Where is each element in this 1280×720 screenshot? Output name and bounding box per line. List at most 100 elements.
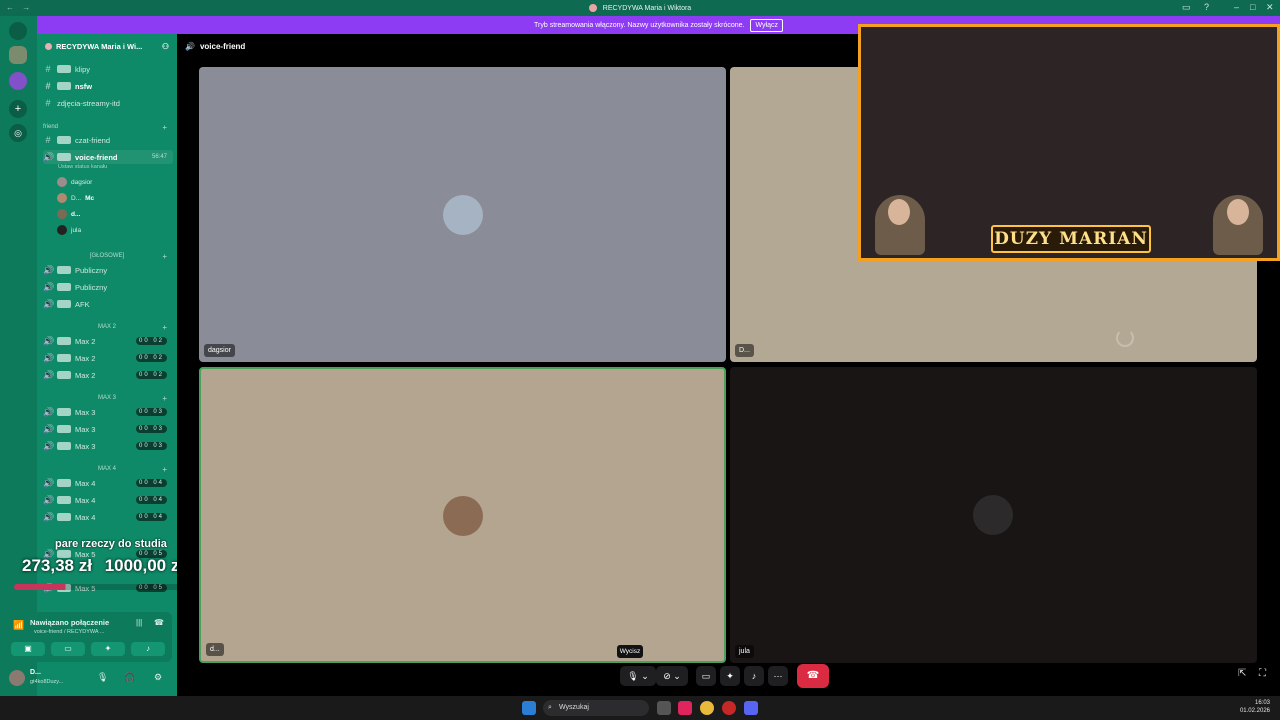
soundboard-button[interactable]: ♪ [131,642,165,656]
user-status: gt4ko8Duzy... [30,679,64,685]
server-icon-folder[interactable] [9,72,27,90]
add-server-icon[interactable]: + [9,100,27,118]
set-channel-status[interactable]: Ustaw status kanału [58,164,107,170]
emoji-icon [57,337,71,345]
popout-icon[interactable]: ⇱ [1238,668,1246,679]
voice-channel-max4[interactable]: 🔊 Max 4 00 04 [43,476,173,490]
voice-user[interactable]: dagsior [57,175,167,189]
channel-klipy[interactable]: # klipy [43,62,173,76]
settings-gear-icon[interactable]: ⚙ [154,672,162,683]
channel-nsfw[interactable]: # nsfw [43,79,173,93]
category-max3[interactable]: MAX 3 + [43,393,171,403]
add-channel-icon[interactable]: + [162,394,167,403]
minimize-icon[interactable]: – [1234,2,1239,12]
soundboard-button[interactable]: ♪ [744,666,764,686]
voice-user[interactable]: d... [57,207,167,221]
voice-status[interactable]: Nawiązano połączenie [30,618,109,627]
channel-label: voice-friend [75,152,118,162]
voice-channel-publiczny[interactable]: 🔊 Publiczny [43,263,173,277]
voice-user[interactable]: jula [57,223,167,237]
signal-icon[interactable]: 📶 [13,620,24,631]
user-avatar[interactable] [9,670,25,686]
voice-channel-publiczny[interactable]: 🔊 Publiczny [43,280,173,294]
start-icon[interactable] [522,701,536,715]
channel-label: zdjęcia-streamy-itd [57,98,120,108]
activities-button[interactable]: ✦ [91,642,125,656]
activities-button[interactable]: ✦ [720,666,740,686]
user-name[interactable]: D... [30,669,41,676]
voice-user[interactable]: D... Mc [57,191,167,205]
category-glosowe[interactable]: [GŁOSOWE] + [43,251,171,261]
participant-tile-speaking[interactable]: d... [199,367,726,663]
mute-button[interactable]: 🎙 ⌄ [620,666,656,686]
help-icon[interactable]: ? [1204,2,1209,12]
camera-button[interactable]: ▣ [11,642,45,656]
disconnect-icon[interactable]: ☎ [154,618,164,627]
voice-channel-max4[interactable]: 🔊 Max 4 00 04 [43,493,173,507]
participant-tile[interactable]: jula [730,367,1257,663]
channel-label: Max 4 [75,512,96,522]
user-limit-badge: 00 02 [135,371,167,379]
voice-channel-max3[interactable]: 🔊 Max 3 00 03 [43,405,173,419]
speaker-icon: 🔊 [43,151,55,162]
server-name: RECYDYWA Maria i Wi... [56,41,143,51]
avatar [57,209,67,219]
leave-call-button[interactable]: ☎ [797,664,829,688]
discord-taskbar-icon[interactable] [744,701,758,715]
category-max4[interactable]: MAX 4 + [43,464,171,474]
category-friend[interactable]: friend + [43,122,171,132]
headphones-icon[interactable]: 🎧 [124,672,135,683]
share-screen-button[interactable]: ▭ [696,666,716,686]
tiktok-icon[interactable] [678,701,692,715]
mic-icon[interactable]: 🎙 [97,672,108,683]
voice-channel-max3[interactable]: 🔊 Max 3 00 03 [43,439,173,453]
maximize-icon[interactable]: □ [1250,2,1255,12]
category-max2[interactable]: MAX 2 + [43,322,171,332]
participant-tile[interactable]: dagsior [199,67,726,362]
chrome-icon[interactable] [700,701,714,715]
channel-czat-friend[interactable]: # czat-friend [43,133,173,147]
voice-channel-afk[interactable]: 🔊 AFK [43,297,173,311]
emoji-icon [57,408,71,416]
channel-label: Max 2 [75,336,96,346]
category-label: MAX 4 [97,466,116,472]
close-icon[interactable]: ✕ [1266,2,1274,13]
discord-window: ← → RECYDYWA Maria i Wiktora ▭ ? – □ ✕ T… [0,0,1280,720]
camera-toggle-button[interactable]: ⊘ ⌄ [656,666,688,686]
fullscreen-icon[interactable]: ⛶ [1259,668,1266,679]
voice-channel-max2[interactable]: 🔊 Max 2 00 02 [43,334,173,348]
participant-avatar [973,495,1013,535]
channel-zdjecia[interactable]: # zdjęcia-streamy-itd [43,96,173,110]
add-channel-icon[interactable]: + [162,323,167,332]
server-icon-active[interactable] [9,46,27,64]
streamer-camera-overlay: DUZY MARIAN [858,24,1280,261]
add-member-icon[interactable]: ⚇ [162,42,169,51]
goal-current: 273,38 zł [22,556,92,575]
speaker-icon: 🔊 [43,369,55,380]
add-channel-icon[interactable]: + [162,252,167,261]
user-limit-badge: 00 03 [135,442,167,450]
opera-icon[interactable] [722,701,736,715]
channel-label: Max 3 [75,441,96,451]
noise-suppression-icon[interactable]: ||| [136,618,142,627]
add-channel-icon[interactable]: + [162,465,167,474]
channel-voice-friend[interactable]: 🔊 voice-friend 56:47 [43,150,173,164]
clock[interactable]: 16:03 01.02.2026 [1240,699,1270,715]
screen-share-button[interactable]: ▭ [51,642,85,656]
discover-icon[interactable]: ◎ [9,124,27,142]
taskbar-search[interactable]: ⌕ Wyszukaj [543,700,649,716]
discord-home-icon[interactable] [9,22,27,40]
voice-channel-max3[interactable]: 🔊 Max 3 00 03 [43,422,173,436]
voice-location[interactable]: voice-friend / RECYDYWA ... [34,629,104,635]
more-options-button[interactable]: ⋯ [768,666,788,686]
task-view-icon[interactable] [657,701,671,715]
speaker-icon: 🔊 [43,298,55,309]
voice-channel-max2[interactable]: 🔊 Max 2 00 02 [43,351,173,365]
voice-channel-max4[interactable]: 🔊 Max 4 00 04 [43,510,173,524]
add-channel-icon[interactable]: + [162,123,167,132]
disable-streamer-mode-button[interactable]: Wyłącz [750,18,783,32]
inbox-icon[interactable]: ▭ [1182,2,1191,13]
participant-name: dagsior [204,344,235,357]
voice-channel-max2[interactable]: 🔊 Max 2 00 02 [43,368,173,382]
server-header[interactable]: RECYDYWA Maria i Wi... ⚇ [37,34,177,58]
